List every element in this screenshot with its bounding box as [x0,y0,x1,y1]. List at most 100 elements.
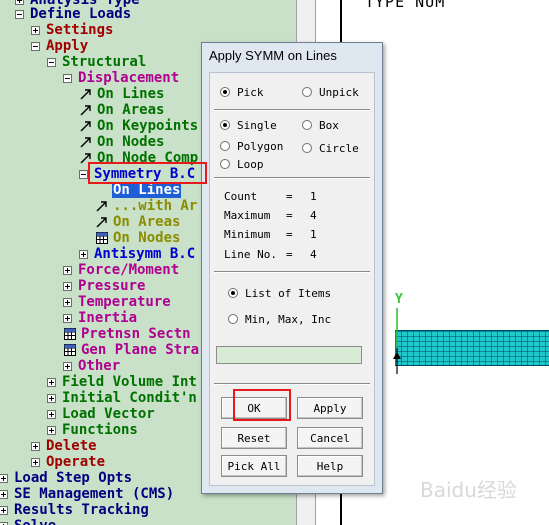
meshed-model[interactable] [395,330,549,366]
expand-plus-icon[interactable] [0,521,8,525]
cancel-button[interactable]: Cancel [297,427,363,449]
tree-item-solve[interactable]: Solve [0,518,57,525]
circle-radio-indicator[interactable] [302,143,312,153]
y-axis-label: Y [395,292,403,307]
expand-plus-icon[interactable] [47,425,56,435]
collapse-minus-icon[interactable] [79,169,88,179]
expand-plus-icon[interactable] [63,281,72,291]
expand-plus-icon[interactable] [0,489,8,499]
tree-item-label: Load Vector [62,406,155,422]
count-value: 1 [310,190,317,203]
polygon-radio-indicator[interactable] [220,141,230,151]
expand-plus-icon[interactable] [63,361,72,371]
expand-plus-icon[interactable] [63,297,72,307]
tree-item-label: Pressure [78,278,146,294]
tree-item-other[interactable]: Other [63,358,121,374]
collapse-minus-icon[interactable] [47,57,56,67]
expand-plus-icon[interactable] [63,313,72,323]
expand-plus-icon[interactable] [31,441,40,451]
tree-item-initial-condit-n[interactable]: Initial Condit'n [47,390,198,406]
apply-button[interactable]: Apply [297,397,363,419]
tree-item-displacement[interactable]: Displacement [63,70,180,86]
tree-item-functions[interactable]: Functions [47,422,139,438]
pick-radio-indicator[interactable] [220,87,230,97]
expand-plus-icon[interactable] [47,409,56,419]
pick-radio[interactable]: Pick [220,85,264,99]
expand-plus-icon[interactable] [79,249,88,259]
min-max-inc-radio-indicator[interactable] [228,314,238,324]
tree-item-structural[interactable]: Structural [47,54,147,70]
tree-item-label: Operate [46,454,106,470]
tree-item-on-node-comp[interactable]: On Node Comp [79,150,199,166]
tree-item-symmetry-b-c[interactable]: Symmetry B.C [79,166,196,182]
list-of-items-radio-indicator[interactable] [228,288,238,298]
tree-item-force-moment[interactable]: Force/Moment [63,262,180,278]
expand-plus-icon[interactable] [47,393,56,403]
tree-item-label: Apply [46,38,89,54]
pick-radio-label: Pick [237,85,264,99]
expand-plus-icon[interactable] [31,25,40,35]
collapse-minus-icon[interactable] [15,9,24,19]
line-no-label: Line No. [224,248,277,261]
tree-item-field-volume-int[interactable]: Field Volume Int [47,374,198,390]
expand-plus-icon[interactable] [47,377,56,387]
maximum-value: 4 [310,209,317,222]
box-radio[interactable]: Box [302,118,339,132]
tree-item-on-areas[interactable]: On Areas [79,102,165,118]
pick-all-button[interactable]: Pick All [221,455,287,477]
tree-item-load-step-opts[interactable]: Load Step Opts [0,470,133,486]
tree-item-pretnsn-sectn[interactable]: Pretnsn Sectn [63,326,192,342]
tree-item-operate[interactable]: Operate [31,454,106,470]
unpick-radio-indicator[interactable] [302,87,312,97]
tree-item-label: SE Management (CMS) [14,486,175,502]
tree-item-label: ...with Ar [113,198,198,214]
tree-item-on-keypoints[interactable]: On Keypoints [79,118,199,134]
tree-item-antisymm-b-c[interactable]: Antisymm B.C [79,246,196,262]
tree-item-label: Pretnsn Sectn [81,326,191,342]
unpick-radio[interactable]: Unpick [302,85,359,99]
tree-item-on-lines[interactable]: On Lines [95,182,182,198]
tree-item-define-loads[interactable]: Define Loads [15,6,132,22]
tree-item-temperature[interactable]: Temperature [63,294,172,310]
tree-item-delete[interactable]: Delete [31,438,98,454]
single-radio-indicator[interactable] [220,120,230,130]
tree-item-on-areas[interactable]: On Areas [95,214,181,230]
expand-plus-icon[interactable] [63,265,72,275]
loop-radio-indicator[interactable] [220,159,230,169]
tree-item-load-vector[interactable]: Load Vector [47,406,156,422]
collapse-minus-icon[interactable] [31,41,40,51]
expand-plus-icon[interactable] [31,457,40,467]
tree-item-pressure[interactable]: Pressure [63,278,146,294]
polygon-radio[interactable]: Polygon [220,139,283,153]
min-max-inc-radio[interactable]: Min, Max, Inc [228,312,331,326]
tree-item-on-nodes[interactable]: On Nodes [79,134,165,150]
tree-item-apply[interactable]: Apply [31,38,89,54]
polygon-radio-label: Polygon [237,139,284,153]
tree-item-with-ar[interactable]: ...with Ar [95,198,198,214]
expand-plus-icon[interactable] [0,505,8,515]
tree-item-on-nodes[interactable]: On Nodes [95,230,181,246]
expand-plus-icon[interactable] [0,473,8,483]
expand-plus-icon[interactable] [15,0,24,5]
tree-item-label: Solve [13,518,57,525]
ok-button[interactable]: OK [221,397,287,419]
tree-item-inertia[interactable]: Inertia [63,310,138,326]
box-radio-indicator[interactable] [302,120,312,130]
tree-item-results-tracking[interactable]: Results Tracking [0,502,150,518]
separator [214,177,370,179]
reset-button[interactable]: Reset [221,427,287,449]
list-of-items-radio[interactable]: List of Items [228,286,331,300]
tree-item-label: On Nodes [113,230,181,246]
single-radio[interactable]: Single [220,118,277,132]
tree-item-label: On Keypoints [97,118,199,134]
circle-radio[interactable]: Circle [302,141,359,155]
tree-item-settings[interactable]: Settings [31,22,114,38]
help-button[interactable]: Help [297,455,363,477]
tree-item-se-management-cms[interactable]: SE Management (CMS) [0,486,175,502]
tree-item-on-lines[interactable]: On Lines [79,86,165,102]
tree-item-gen-plane-stra[interactable]: Gen Plane Stra [63,342,200,358]
loop-radio[interactable]: Loop [220,157,264,171]
separator [214,271,370,273]
pick-entry-field[interactable] [216,346,362,364]
collapse-minus-icon[interactable] [63,73,72,83]
